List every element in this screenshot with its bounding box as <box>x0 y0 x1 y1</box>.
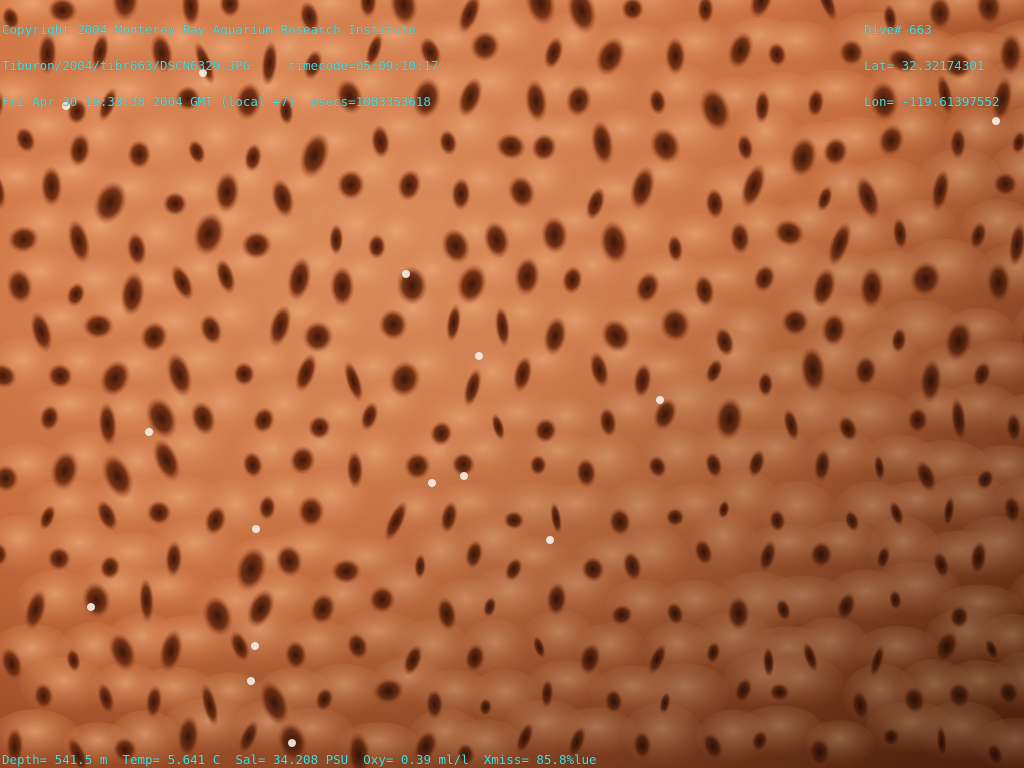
overlay-bottom-sensors: Depth= 541.5 m Temp= 5.641 C Sal= 34.208… <box>2 752 597 767</box>
longitude: Lon= -119.61397552 <box>864 94 1000 109</box>
dive-number: Dive# 663 <box>864 22 932 37</box>
white-speck <box>546 536 554 544</box>
white-speck <box>145 428 153 436</box>
latitude: Lat= 32.32174301 <box>864 58 985 73</box>
transmissometer-readout: Xmiss= 85.8%lue <box>483 752 597 767</box>
oxygen-readout: Oxy= 0.39 ml/l <box>363 752 469 767</box>
white-speck <box>252 525 260 533</box>
file-timecode-line: Tiburon/2004/tibr663/DSCN6329.JPG timeco… <box>2 58 439 73</box>
salinity-readout: Sal= 34.208 PSU <box>235 752 349 767</box>
white-speck <box>87 603 95 611</box>
white-speck <box>460 472 468 480</box>
depth-readout: Depth= 541.5 m <box>2 752 108 767</box>
white-speck <box>251 642 259 650</box>
white-speck <box>475 352 483 360</box>
temperature-readout: Temp= 5.641 C <box>122 752 221 767</box>
white-speck <box>656 396 664 404</box>
white-speck <box>428 479 436 487</box>
copyright-line: Copyright 2004 Monterey Bay Aquarium Res… <box>2 22 416 37</box>
date-esecs-line: Fri Apr 30 19:33:38 2004 GMT (local +7) … <box>2 94 431 109</box>
overlay-top-right: Dive# 663 Lat= 32.32174301 Lon= -119.613… <box>864 0 999 120</box>
overlay-top-left: Copyright 2004 Monterey Bay Aquarium Res… <box>2 0 439 120</box>
white-speck <box>288 739 296 747</box>
white-speck <box>247 677 255 685</box>
white-speck <box>402 270 410 278</box>
